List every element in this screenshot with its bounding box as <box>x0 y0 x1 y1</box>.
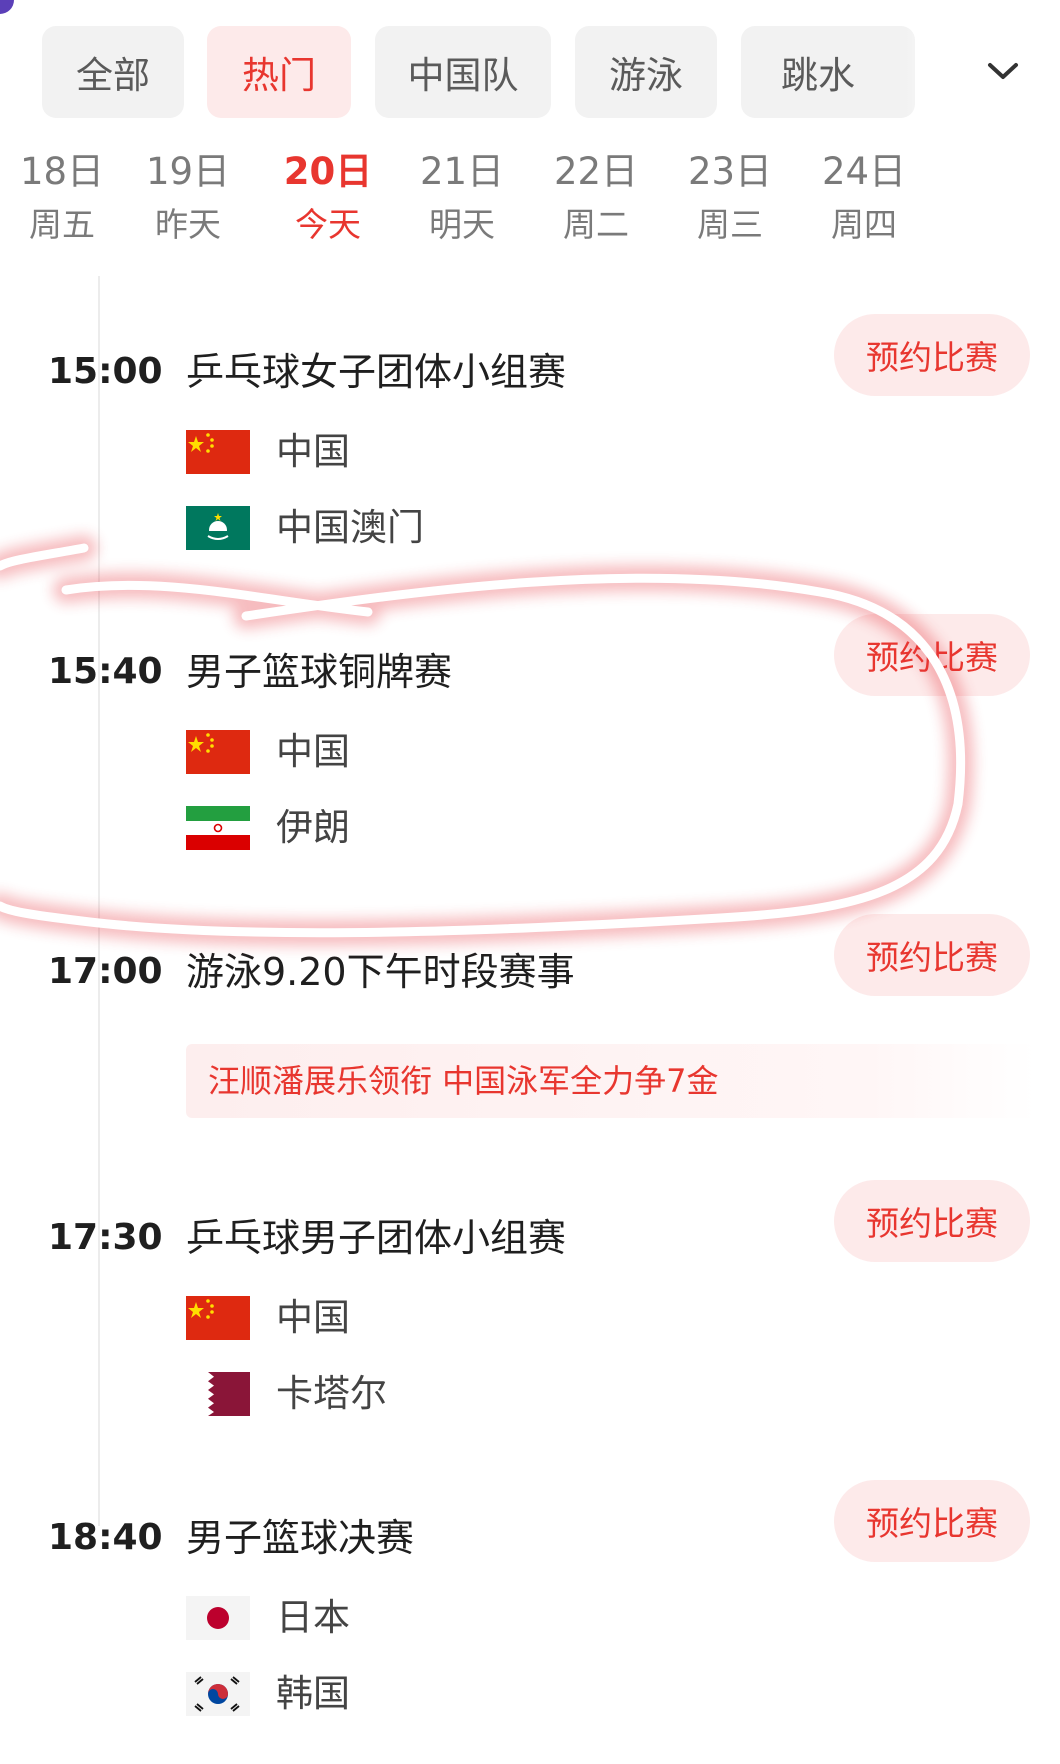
tab-china-team[interactable]: 中国队 <box>375 26 551 118</box>
event-time: 17:30 <box>48 1217 163 1258</box>
tabs-fade-overlay <box>905 26 985 118</box>
team-name: 伊朗 <box>276 806 350 849</box>
window-corner-accent <box>0 0 14 14</box>
event-title[interactable]: 男子篮球铜牌赛 <box>186 648 452 696</box>
china-flag-icon <box>186 430 250 474</box>
timeline-line <box>98 276 100 1526</box>
china-flag-icon <box>186 730 250 774</box>
event-title[interactable]: 游泳9.20下午时段赛事 <box>186 948 575 996</box>
date-weekday: 昨天 <box>155 205 221 244</box>
date-weekday: 周四 <box>831 205 897 244</box>
china-flag-icon <box>186 1296 250 1340</box>
event-time: 15:00 <box>48 351 163 392</box>
tab-diving[interactable]: 跳水 <box>741 26 915 118</box>
date-item-19[interactable]: 19日 昨天 <box>118 150 258 248</box>
reserve-button[interactable]: 预约比赛 <box>834 314 1030 396</box>
tab-swimming[interactable]: 游泳 <box>575 26 717 118</box>
category-tabs: 全部 热门 中国队 游泳 跳水 <box>0 26 1060 118</box>
event-title[interactable]: 乒乓球女子团体小组赛 <box>186 348 566 396</box>
team-name: 中国 <box>276 430 350 473</box>
team-name: 卡塔尔 <box>276 1372 387 1415</box>
date-item-21[interactable]: 21日 明天 <box>392 150 532 248</box>
reserve-button[interactable]: 预约比赛 <box>834 1480 1030 1562</box>
date-weekday: 明天 <box>429 205 495 244</box>
tab-all[interactable]: 全部 <box>42 26 184 118</box>
korea-flag-icon <box>186 1672 250 1716</box>
event-title[interactable]: 男子篮球决赛 <box>186 1514 414 1562</box>
team-name: 中国 <box>276 730 350 773</box>
team-name: 中国 <box>276 1296 350 1339</box>
date-weekday: 周二 <box>563 205 629 244</box>
iran-flag-icon <box>186 806 250 850</box>
date-item-24[interactable]: 24日 周四 <box>794 150 934 248</box>
event-time: 17:00 <box>48 951 163 992</box>
date-weekday: 今天 <box>295 205 361 244</box>
macau-flag-icon <box>186 506 250 550</box>
event-title[interactable]: 乒乓球男子团体小组赛 <box>186 1214 566 1262</box>
news-headline: 汪顺潘展乐领衔 中国泳军全力争7金 <box>208 1062 719 1100</box>
event-time: 15:40 <box>48 651 163 692</box>
reserve-button[interactable]: 预约比赛 <box>834 614 1030 696</box>
date-item-20[interactable]: 20日 今天 <box>258 150 398 248</box>
tab-hot[interactable]: 热门 <box>207 26 351 118</box>
team-name: 中国澳门 <box>276 506 424 549</box>
date-selector: 18日 周五 19日 昨天 20日 今天 21日 明天 22日 周二 23日 周… <box>0 150 1060 260</box>
date-weekday: 周五 <box>29 205 95 244</box>
chevron-down-icon[interactable] <box>980 48 1026 94</box>
reserve-button[interactable]: 预约比赛 <box>834 914 1030 996</box>
date-item-18[interactable]: 18日 周五 <box>0 150 132 248</box>
qatar-flag-icon <box>186 1372 250 1416</box>
date-day: 23日 <box>687 150 773 193</box>
japan-flag-icon <box>186 1596 250 1640</box>
date-day: 18日 <box>19 150 105 193</box>
date-day: 21日 <box>419 150 505 193</box>
team-name: 日本 <box>276 1596 350 1639</box>
date-weekday: 周三 <box>697 205 763 244</box>
date-item-22[interactable]: 22日 周二 <box>526 150 666 248</box>
date-day: 20日 <box>283 150 373 193</box>
team-name: 韩国 <box>276 1672 350 1715</box>
date-day: 19日 <box>145 150 231 193</box>
news-banner[interactable]: 汪顺潘展乐领衔 中国泳军全力争7金 <box>186 1044 1036 1118</box>
date-item-23[interactable]: 23日 周三 <box>660 150 800 248</box>
date-day: 22日 <box>553 150 639 193</box>
reserve-button[interactable]: 预约比赛 <box>834 1180 1030 1262</box>
event-time: 18:40 <box>48 1517 163 1558</box>
date-day: 24日 <box>821 150 907 193</box>
